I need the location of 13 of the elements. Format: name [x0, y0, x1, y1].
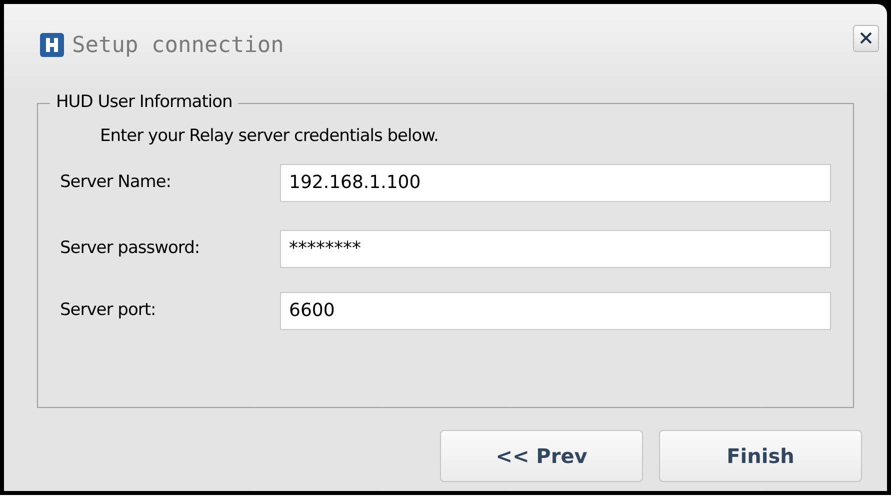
app-logo-icon	[40, 33, 64, 57]
close-icon	[859, 31, 873, 45]
description-text: Enter your Relay server credentials below.	[100, 126, 438, 146]
field-label: Server port:	[60, 298, 157, 322]
field-label: Server password:	[60, 236, 201, 260]
prev-button[interactable]: << Prev	[440, 430, 643, 482]
close-button[interactable]	[853, 24, 879, 52]
finish-button[interactable]: Finish	[659, 430, 862, 482]
input-field[interactable]: ********	[280, 230, 831, 268]
field-label: Server Name:	[60, 170, 172, 194]
window-title: Setup connection	[72, 32, 284, 60]
input-field[interactable]: 192.168.1.100	[280, 164, 831, 202]
input-field[interactable]: 6600	[280, 292, 831, 330]
